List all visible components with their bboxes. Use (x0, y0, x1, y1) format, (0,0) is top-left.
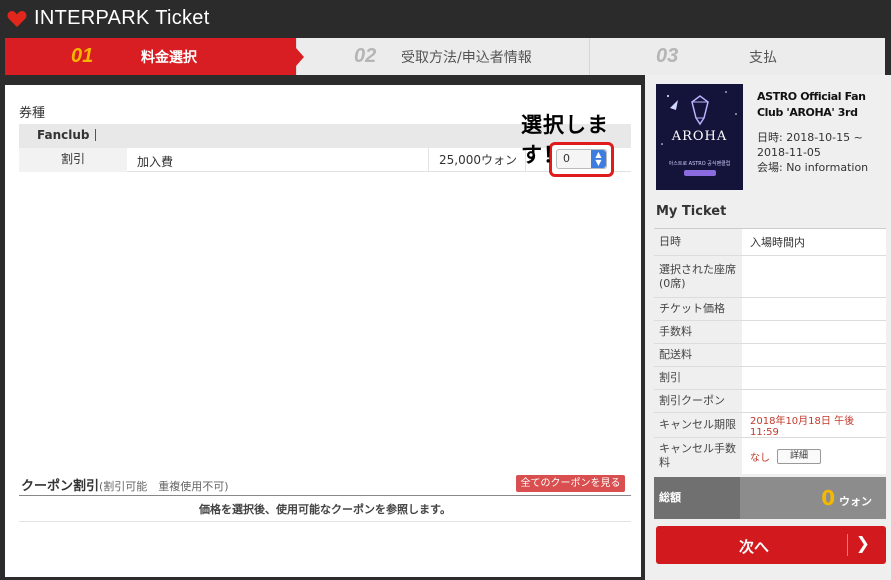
step-arrow-icon (296, 48, 304, 66)
row-key: 手数料 (659, 325, 692, 338)
total-label: 総額 (654, 477, 740, 519)
step-number: 03 (656, 45, 679, 67)
row-value: 入場時間内 (742, 229, 886, 255)
table-row: キャンセル手数料 なし 詳細 (654, 438, 886, 474)
row-value (742, 367, 886, 389)
cancel-deadline: 2018年10月18日 午後 11:59 (742, 413, 886, 438)
step-progress: 01 料金選択 02 受取方法/申込者情報 03 支払 (5, 38, 885, 75)
row-value (742, 321, 886, 343)
divider (19, 495, 631, 496)
my-ticket-title: My Ticket (656, 204, 727, 219)
step-number: 02 (354, 45, 377, 67)
event-poster: AROHA 아스트로 ASTRO 공식팬클럽 (656, 84, 743, 190)
table-row: 配送料 (654, 344, 886, 367)
row-key: チケット価格 (659, 302, 725, 315)
section-title: 券種 (19, 106, 46, 121)
coupon-subtitle: (割引可能 重複使用不可) (99, 480, 229, 493)
top-bar: INTERPARK Ticket (0, 0, 891, 38)
ticket-group-name: Fanclub (37, 128, 90, 142)
poster-logo: AROHA (671, 129, 728, 144)
step-2: 02 受取方法/申込者情報 (297, 38, 590, 75)
row-value: なし 詳細 (742, 438, 886, 474)
total-amount: 0 (821, 486, 836, 510)
row-value (742, 344, 886, 366)
table-row: 日時 入場時間内 (654, 229, 886, 256)
ticket-category: 割引 (19, 148, 127, 172)
view-all-coupons-button[interactable]: 全てのクーポンを見る (516, 475, 625, 492)
details-button[interactable]: 詳細 (777, 448, 821, 464)
row-key: キャンセル期限 (659, 418, 736, 431)
next-button-label: 次へ (738, 538, 769, 556)
chevron-right-icon: ❯ (855, 534, 870, 554)
row-key: 選択された座席(0席) (659, 262, 736, 290)
annotation-callout: 選択します！ (521, 113, 609, 167)
total-unit: ウォン (839, 495, 872, 508)
divider (19, 521, 631, 522)
event-date: 日時: 2018-10-15 ~ 2018-11-05 (757, 131, 863, 159)
poster-badge (684, 170, 716, 176)
ticket-name: 加入費 (137, 155, 174, 169)
brand-logo[interactable]: INTERPARK Ticket (34, 7, 210, 30)
row-key: 配送料 (659, 348, 692, 361)
step-number: 01 (71, 45, 94, 67)
event-venue: 会場: No information (757, 161, 869, 174)
row-value (742, 298, 886, 320)
ticket-selection-panel: 券種 Fanclub 割引 加入費 25,000ウォン 0 ▲ ▼ 選択します！ … (5, 85, 641, 577)
row-value (742, 256, 886, 297)
coupon-message: 価格を選択後、使用可能なクーポンを参照します。 (199, 503, 451, 516)
cancel-fee-value: なし (750, 452, 770, 464)
table-row: 手数料 (654, 321, 886, 344)
row-value (742, 390, 886, 412)
step-1: 01 料金選択 (5, 38, 304, 75)
row-key: 日時 (659, 235, 681, 248)
step-label: 支払 (749, 49, 777, 66)
brand-product: Ticket (155, 7, 210, 29)
step-label: 受取方法/申込者情報 (401, 49, 532, 66)
divider (95, 129, 96, 141)
table-row: 割引クーポン (654, 390, 886, 413)
event-title: ASTRO Official Fan Club 'AROHA' 3rd (757, 90, 866, 119)
row-key: キャンセル手数料 (659, 442, 736, 469)
heart-logo-icon (7, 11, 27, 27)
step-3: 03 支払 (590, 38, 885, 75)
next-button[interactable]: 次へ ❯ (656, 526, 886, 564)
coupon-section-title: クーポン割引(割引可能 重複使用不可) (21, 475, 229, 494)
table-row: 割引 (654, 367, 886, 390)
divider (847, 534, 848, 556)
total-value: 0 ウォン (740, 477, 886, 519)
poster-subtitle: 아스트로 ASTRO 공식팬클럽 (668, 161, 731, 167)
summary-sidebar: AROHA 아스트로 ASTRO 공식팬클럽 ASTRO Official Fa… (645, 75, 891, 580)
total-amount-row: 総額 0 ウォン (654, 477, 886, 519)
event-info: 日時: 2018-10-15 ~ 2018-11-05 会場: No infor… (757, 130, 887, 175)
step-label: 料金選択 (141, 49, 197, 66)
brand-name: INTERPARK (34, 7, 150, 29)
table-row: チケット価格 (654, 298, 886, 321)
ticket-price: 25,000ウォン (428, 148, 526, 172)
row-key: 割引 (659, 371, 681, 384)
table-row: キャンセル期限 2018年10月18日 午後 11:59 (654, 413, 886, 438)
coupon-title: クーポン割引 (21, 479, 100, 494)
row-key: 割引クーポン (659, 394, 725, 407)
my-ticket-table: 日時 入場時間内 選択された座席(0席) チケット価格 手数料 配送料 割引 割… (654, 228, 886, 474)
table-row: 選択された座席(0席) (654, 256, 886, 298)
